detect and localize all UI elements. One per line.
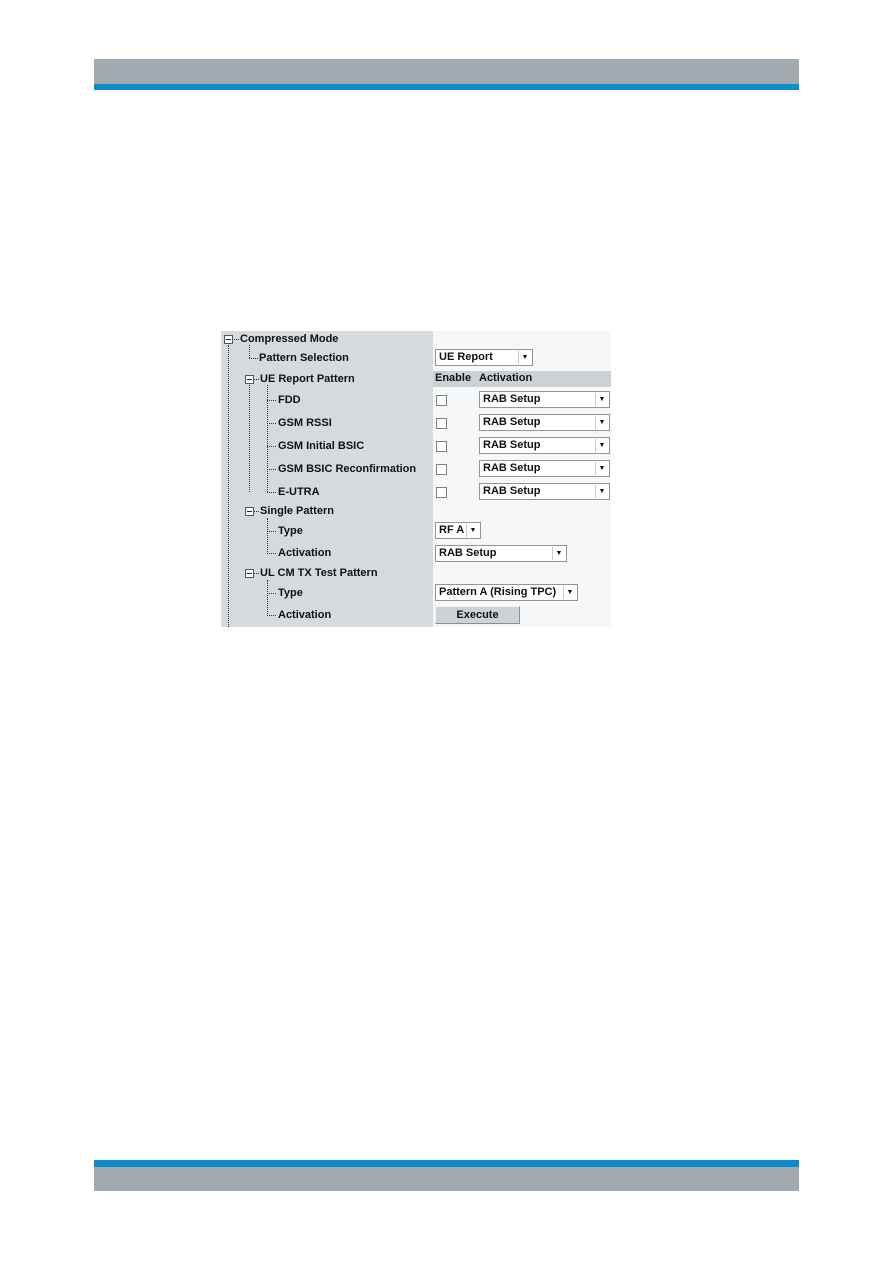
tree-branch [249,358,258,359]
enable-checkbox-gsm-rssi[interactable] [436,418,447,429]
chevron-down-icon: ▼ [563,586,576,599]
tree-line [228,345,229,627]
chevron-down-icon: ▼ [552,547,565,560]
tree-branch [267,423,276,424]
dropdown-value: RAB Setup [439,547,497,559]
dropdown-value: RAB Setup [483,439,541,451]
enable-checkbox-e-utra[interactable] [436,487,447,498]
tree-node-single-pattern[interactable]: Single Pattern [260,504,334,518]
tree-branch [267,593,276,594]
activation-dropdown-gsm-bsic-reconfirmation[interactable]: RAB Setup ▼ [479,460,610,477]
tree-branch [254,511,259,512]
activation-dropdown-gsm-rssi[interactable]: RAB Setup ▼ [479,414,610,431]
enable-checkbox-fdd[interactable] [436,395,447,406]
tree-node-ul-type[interactable]: Type [278,586,303,600]
tree-node-fdd[interactable]: FDD [278,393,301,407]
dropdown-value: RAB Setup [483,462,541,474]
single-type-dropdown[interactable]: RF A ▼ [435,522,481,539]
dropdown-value: RAB Setup [483,416,541,428]
activation-dropdown-e-utra[interactable]: RAB Setup ▼ [479,483,610,500]
chevron-down-icon: ▼ [466,524,479,537]
tree-line [249,345,250,358]
collapse-icon[interactable] [245,507,254,516]
tree-branch [254,379,259,380]
collapse-icon[interactable] [245,569,254,578]
chevron-down-icon: ▼ [595,485,608,498]
tree-branch [254,573,259,574]
tree-branch [267,553,276,554]
dropdown-value: Pattern A (Rising TPC) [439,586,557,598]
tree-node-ue-report-pattern[interactable]: UE Report Pattern [260,372,355,386]
tree-line [249,385,250,492]
tree-line [267,580,268,616]
chevron-down-icon: ▼ [518,351,531,364]
pattern-selection-value: UE Report [439,351,493,363]
column-header-enable: Enable [435,372,472,384]
tree-node-gsm-initial-bsic[interactable]: GSM Initial BSIC [278,439,364,453]
tree-node-single-type[interactable]: Type [278,524,303,538]
collapse-icon[interactable] [224,335,233,344]
activation-dropdown-gsm-initial-bsic[interactable]: RAB Setup ▼ [479,437,610,454]
enable-checkbox-gsm-initial-bsic[interactable] [436,441,447,452]
tree-node-compressed-mode[interactable]: Compressed Mode [240,332,338,346]
execute-button[interactable]: Execute [435,606,520,624]
collapse-icon[interactable] [245,375,254,384]
single-activation-dropdown[interactable]: RAB Setup ▼ [435,545,567,562]
ue-report-column-header: Enable Activation [433,371,611,387]
ul-type-dropdown[interactable]: Pattern A (Rising TPC) ▼ [435,584,578,601]
tree-node-gsm-rssi[interactable]: GSM RSSI [278,416,332,430]
tree-branch [267,492,276,493]
tree-node-ul-cm-tx-test-pattern[interactable]: UL CM TX Test Pattern [260,566,378,580]
tree-branch [234,339,239,340]
page-footer-bar [94,1167,799,1191]
tree-line [267,518,268,554]
tree-branch [267,531,276,532]
tree-branch [267,469,276,470]
tree-branch [267,400,276,401]
column-header-activation: Activation [479,372,533,384]
tree-node-pattern-selection[interactable]: Pattern Selection [259,351,349,365]
chevron-down-icon: ▼ [595,462,608,475]
tree-branch [267,446,276,447]
tree-branch [267,615,276,616]
dropdown-value: RAB Setup [483,393,541,405]
tree-node-single-activation[interactable]: Activation [278,546,331,560]
chevron-down-icon: ▼ [595,439,608,452]
page-header-bar [94,59,799,84]
dropdown-value: RAB Setup [483,485,541,497]
compressed-mode-panel: Compressed Mode Pattern Selection UE Rep… [221,331,611,627]
settings-tree: Compressed Mode Pattern Selection UE Rep… [221,331,433,627]
dropdown-value: RF A [439,524,465,536]
enable-checkbox-gsm-bsic-reconfirmation[interactable] [436,464,447,475]
activation-dropdown-fdd[interactable]: RAB Setup ▼ [479,391,610,408]
chevron-down-icon: ▼ [595,416,608,429]
page-footer-accent [94,1160,799,1167]
chevron-down-icon: ▼ [595,393,608,406]
pattern-selection-dropdown[interactable]: UE Report ▼ [435,349,533,366]
tree-line [267,385,268,492]
page-header-accent [94,84,799,90]
tree-node-gsm-bsic-reconfirmation[interactable]: GSM BSIC Reconfirmation [278,462,416,476]
tree-node-e-utra[interactable]: E-UTRA [278,485,320,499]
tree-node-ul-activation[interactable]: Activation [278,608,331,622]
